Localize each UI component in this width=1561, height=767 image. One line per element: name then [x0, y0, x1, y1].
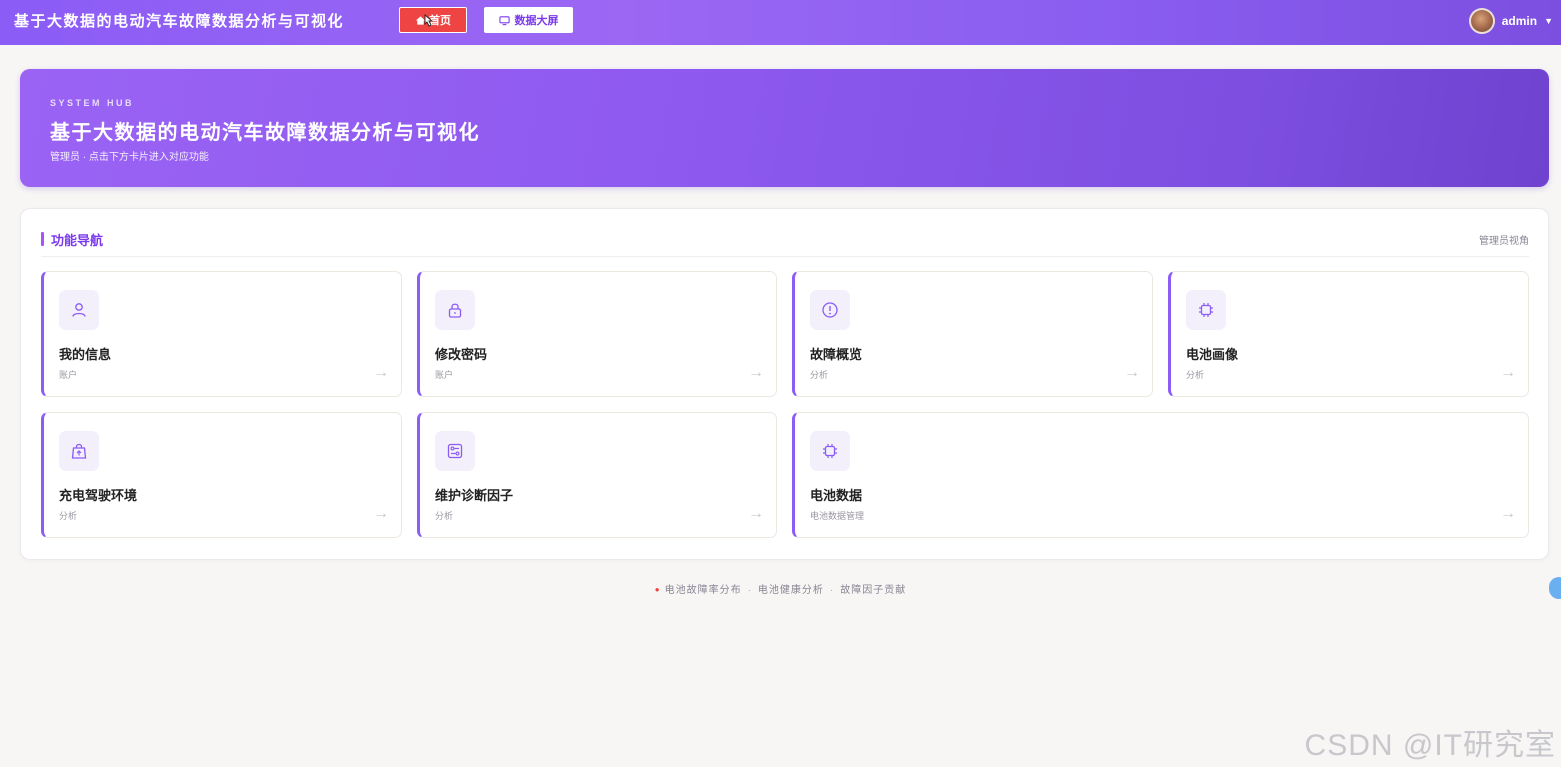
separator-dot-icon: ·: [829, 585, 835, 596]
hero-kicker: SYSTEM HUB: [50, 98, 135, 108]
red-dot-icon: ●: [654, 585, 661, 594]
hero-banner: SYSTEM HUB 基于大数据的电动汽车故障数据分析与可视化 管理员 · 点击…: [20, 69, 1549, 187]
user-name: admin: [1501, 14, 1538, 28]
card-title: 电池数据: [810, 488, 863, 503]
arrow-right-icon: →: [748, 505, 764, 522]
hero-title: 基于大数据的电动汽车故障数据分析与可视化: [50, 120, 480, 144]
card-my-info[interactable]: 我的信息 账户 →: [41, 271, 402, 397]
card-title: 故障概览: [810, 347, 863, 362]
card-subtitle: 分析: [1186, 370, 1205, 380]
footer-tag: 故障因子贡献: [840, 585, 907, 596]
arrow-right-icon: →: [1500, 505, 1516, 522]
monitor-icon: [498, 15, 510, 25]
card-subtitle: 分析: [59, 511, 78, 521]
card-charging-driving-env[interactable]: 充电驾驶环境 分析 →: [41, 412, 402, 538]
panel-accent-bar: [41, 232, 44, 246]
panel-header: 功能导航 管理员视角: [41, 229, 1529, 257]
card-subtitle: 分析: [435, 511, 454, 521]
card-title: 电池画像: [1186, 347, 1239, 362]
footer-tags: ● 电池故障率分布 · 电池健康分析 · 故障因子贡献: [0, 581, 1561, 596]
card-subtitle: 账户: [435, 370, 454, 380]
shopping-bag-icon: [59, 431, 99, 471]
lock-icon: [435, 290, 475, 330]
function-nav-panel: 功能导航 管理员视角 我的信息 账户 → 修改密码 账户 → 故障概览 分析 →…: [20, 208, 1549, 560]
arrow-right-icon: →: [748, 364, 764, 381]
card-battery-data[interactable]: 电池数据 电池数据管理 →: [792, 412, 1529, 538]
chevron-down-icon[interactable]: ▼: [1544, 16, 1553, 26]
card-title: 充电驾驶环境: [59, 488, 138, 503]
nav-data-screen-button[interactable]: 数据大屏: [484, 7, 573, 33]
card-fault-overview[interactable]: 故障概览 分析 →: [792, 271, 1153, 397]
footer-tag: 电池健康分析: [757, 585, 824, 596]
card-title: 维护诊断因子: [435, 488, 514, 503]
card-title: 我的信息: [59, 347, 112, 362]
panel-title: 功能导航: [51, 233, 104, 248]
top-nav-bar: 基于大数据的电动汽车故障数据分析与可视化 首页 数据大屏 admin ▼: [0, 0, 1561, 45]
avatar[interactable]: [1468, 8, 1495, 34]
watermark: CSDN @IT研究室: [1304, 729, 1556, 762]
alert-circle-icon: [810, 290, 850, 330]
user-menu[interactable]: admin ▼: [1468, 7, 1553, 35]
chip-icon: [810, 431, 850, 471]
user-icon: [59, 290, 99, 330]
app-brand-title: 基于大数据的电动汽车故障数据分析与可视化: [14, 12, 345, 30]
settings-panel-icon: [435, 431, 475, 471]
arrow-right-icon: →: [1500, 364, 1516, 381]
nav-data-screen-label: 数据大屏: [514, 15, 559, 27]
footer-tag: 电池故障率分布: [664, 585, 742, 596]
card-battery-profile[interactable]: 电池画像 分析 →: [1168, 271, 1529, 397]
card-subtitle: 账户: [59, 370, 78, 380]
hero-subtitle: 管理员 · 点击下方卡片进入对应功能: [50, 152, 209, 163]
mouse-cursor-icon: [421, 9, 434, 27]
card-subtitle: 电池数据管理: [810, 511, 865, 521]
separator-dot-icon: ·: [747, 585, 752, 596]
arrow-right-icon: →: [1124, 364, 1140, 381]
panel-meta: 管理员视角: [1479, 236, 1529, 247]
arrow-right-icon: →: [373, 505, 389, 522]
card-subtitle: 分析: [810, 370, 829, 380]
card-change-password[interactable]: 修改密码 账户 →: [417, 271, 777, 397]
card-maintenance-factors[interactable]: 维护诊断因子 分析 →: [417, 412, 777, 538]
card-title: 修改密码: [435, 347, 488, 362]
floating-side-button[interactable]: [1549, 577, 1561, 599]
chip-icon: [1186, 290, 1226, 330]
arrow-right-icon: →: [373, 364, 389, 381]
